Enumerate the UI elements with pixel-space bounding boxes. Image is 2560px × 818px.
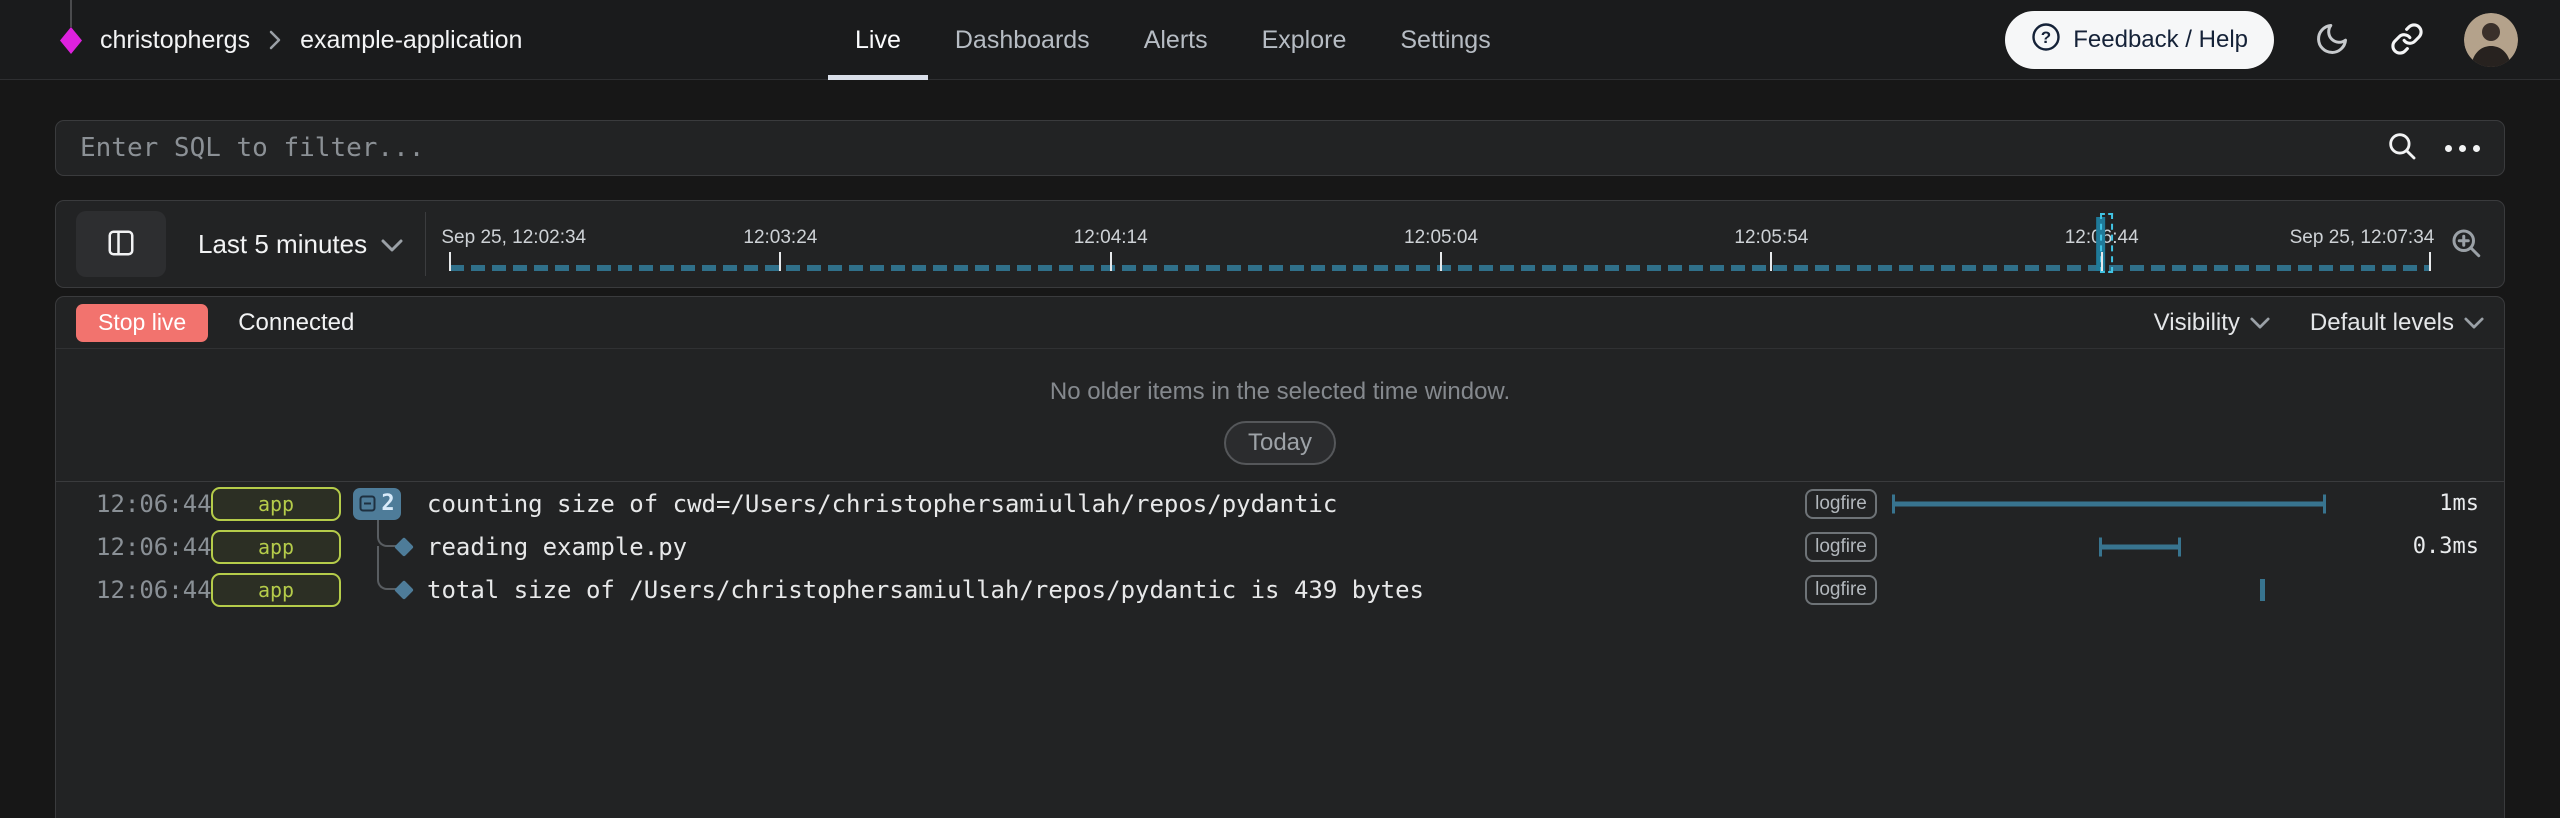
- child-count: 2: [381, 491, 394, 516]
- tab-alerts[interactable]: Alerts: [1117, 0, 1235, 80]
- breadcrumb-project[interactable]: example-application: [300, 26, 522, 55]
- timeline-tick: [2101, 252, 2103, 271]
- collapse-toggle[interactable]: 2: [353, 488, 401, 520]
- sql-filter-bar: [55, 120, 2505, 176]
- stop-live-button[interactable]: Stop live: [76, 304, 208, 342]
- tab-dashboards[interactable]: Dashboards: [928, 0, 1117, 80]
- link-icon: [2390, 22, 2424, 59]
- moon-icon: [2314, 21, 2350, 60]
- default-levels-dropdown[interactable]: Default levels: [2310, 309, 2484, 337]
- chevron-right-icon: [266, 27, 284, 53]
- scope-badge[interactable]: app: [211, 530, 341, 564]
- logfire-logo-icon[interactable]: [60, 0, 84, 56]
- timeline-zoom-in-button[interactable]: [2448, 225, 2484, 264]
- row-message: total size of /Users/christophersamiulla…: [427, 576, 1424, 604]
- search-icon[interactable]: [2385, 129, 2419, 168]
- timeline-tick: [779, 252, 781, 271]
- duration-track: [1893, 491, 2363, 517]
- breadcrumb: christophergs example-application: [100, 0, 522, 80]
- user-avatar[interactable]: [2464, 13, 2518, 67]
- top-navigation-bar: christophergs example-application Live D…: [0, 0, 2560, 80]
- row-duration: 1ms: [2379, 491, 2479, 516]
- row-timestamp: 12:06:44: [96, 533, 201, 561]
- tag-badge-logfire[interactable]: logfire: [1805, 489, 1877, 519]
- timeline-tick-label: Sep 25, 12:02:34: [441, 227, 586, 249]
- row-timestamp: 12:06:44: [96, 576, 201, 604]
- timeline-track[interactable]: Sep 25, 12:02:34 12:03:24 12:04:14 12:05…: [444, 201, 2434, 287]
- feedback-help-label: Feedback / Help: [2073, 26, 2248, 54]
- visibility-dropdown[interactable]: Visibility: [2154, 309, 2270, 337]
- tag-badge-logfire[interactable]: logfire: [1805, 532, 1877, 562]
- span-duration-bar: [1893, 501, 2325, 506]
- question-circle-icon: ?: [2031, 22, 2061, 59]
- divider: [425, 212, 426, 276]
- sql-filter-input[interactable]: [80, 133, 2385, 163]
- time-range-bar: Last 5 minutes Sep 25, 12:02:34 12:03:24…: [55, 200, 2505, 288]
- duration-track: [1893, 534, 2363, 560]
- logo-stem: [70, 0, 72, 27]
- theme-toggle-button[interactable]: [2314, 21, 2350, 60]
- more-options-icon[interactable]: [2445, 145, 2480, 152]
- tab-live[interactable]: Live: [828, 0, 928, 80]
- square-minus-icon: [359, 495, 376, 512]
- row-message: counting size of cwd=/Users/christophers…: [427, 490, 1337, 518]
- chevron-down-icon: [2250, 309, 2270, 337]
- visibility-label: Visibility: [2154, 309, 2240, 337]
- default-levels-label: Default levels: [2310, 309, 2454, 337]
- timeline-tick: [449, 252, 451, 271]
- timeline-tick: [1770, 252, 1772, 271]
- tab-settings[interactable]: Settings: [1373, 0, 1517, 80]
- timeline-tick-label: 12:05:04: [1404, 227, 1478, 249]
- log-row[interactable]: 12:06:44 app 2 counting size of cwd=/Use…: [56, 482, 2504, 525]
- svg-text:?: ?: [2041, 28, 2051, 47]
- timeline-tick-label: 12:03:24: [743, 227, 817, 249]
- duration-track: [1893, 577, 2363, 603]
- magnifier-plus-icon: [2448, 225, 2484, 264]
- span-diamond-icon: [394, 537, 414, 557]
- log-row[interactable]: 12:06:44 app reading example.py logfire …: [56, 525, 2504, 568]
- time-range-selector[interactable]: Last 5 minutes: [198, 229, 403, 260]
- empty-window-message: No older items in the selected time wind…: [56, 377, 2504, 407]
- breadcrumb-org[interactable]: christophergs: [100, 26, 250, 55]
- timeline-tick: [1110, 252, 1112, 271]
- row-duration: 0.3ms: [2379, 534, 2479, 559]
- today-button[interactable]: Today: [1224, 421, 1336, 465]
- row-message: reading example.py: [427, 533, 687, 561]
- timeline-tick: [1440, 252, 1442, 271]
- feedback-help-button[interactable]: ? Feedback / Help: [2005, 11, 2274, 69]
- live-feed-panel: Stop live Connected Visibility Default l…: [55, 296, 2505, 818]
- chevron-down-icon: [381, 229, 403, 260]
- scope-badge[interactable]: app: [211, 573, 341, 607]
- sidebar-left-icon: [106, 228, 136, 261]
- time-range-label: Last 5 minutes: [198, 229, 367, 260]
- span-duration-bar: [2100, 544, 2180, 549]
- top-right-actions: ? Feedback / Help: [2005, 0, 2518, 80]
- logo-diamond-icon: [60, 27, 82, 54]
- live-feed-header: Stop live Connected Visibility Default l…: [56, 297, 2504, 349]
- timeline-tick: [2429, 252, 2431, 271]
- timeline-tick-label: 12:04:14: [1074, 227, 1148, 249]
- tab-explore[interactable]: Explore: [1235, 0, 1374, 80]
- row-timestamp: 12:06:44: [96, 490, 201, 518]
- connection-status: Connected: [238, 309, 354, 337]
- sidebar-toggle-button[interactable]: [76, 211, 166, 277]
- timeline-tick-label: Sep 25, 12:07:34: [2290, 227, 2435, 249]
- main-nav: Live Dashboards Alerts Explore Settings: [828, 0, 1518, 80]
- page-content: Last 5 minutes Sep 25, 12:02:34 12:03:24…: [55, 120, 2505, 818]
- feed-empty-zone: No older items in the selected time wind…: [56, 349, 2504, 465]
- span-diamond-icon: [394, 580, 414, 600]
- log-row[interactable]: 12:06:44 app total size of /Users/christ…: [56, 568, 2504, 611]
- tag-badge-logfire[interactable]: logfire: [1805, 575, 1877, 605]
- timeline-tick-label: 12:05:54: [1734, 227, 1808, 249]
- scope-badge[interactable]: app: [211, 487, 341, 521]
- share-link-button[interactable]: [2390, 22, 2424, 59]
- log-tick-mark: [2260, 579, 2265, 601]
- log-rows: 12:06:44 app 2 counting size of cwd=/Use…: [56, 481, 2504, 611]
- chevron-down-icon: [2464, 309, 2484, 337]
